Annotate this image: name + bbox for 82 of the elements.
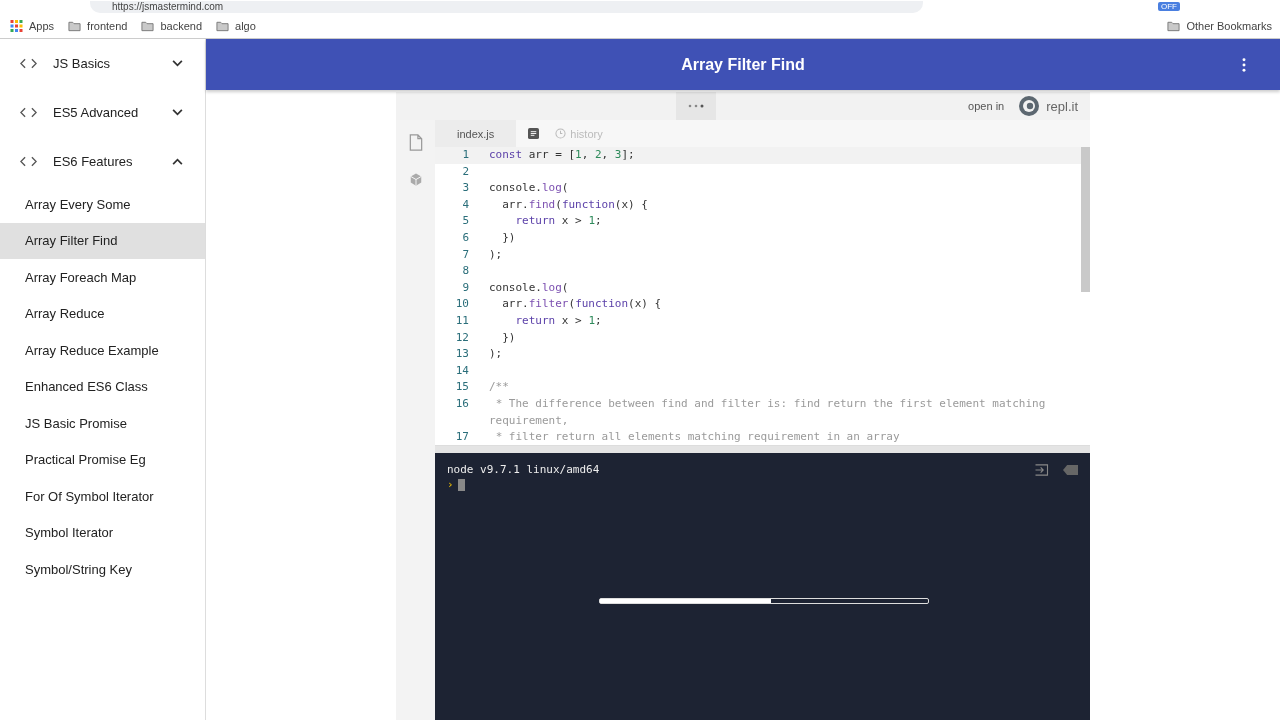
more-menu-icon[interactable] xyxy=(1242,57,1246,72)
line-number: 2 xyxy=(461,163,470,180)
line-number: 12 xyxy=(454,329,470,346)
code-line: * The difference between find and filter is: find return the first element matching requirement, xyxy=(489,395,1047,429)
bookmark[interactable]: frontend xyxy=(68,19,128,32)
folder-icon xyxy=(1167,19,1181,32)
line-number: 15 xyxy=(454,379,470,396)
line-number: 10 xyxy=(454,296,470,313)
bookmark[interactable]: backend xyxy=(141,19,203,32)
apps-icon xyxy=(10,19,23,32)
code-line: const arr = [1, 2, 3]; xyxy=(489,147,635,163)
line-number: 17 xyxy=(454,429,470,445)
open-in-label: open in xyxy=(968,100,1005,112)
code-line: ); xyxy=(489,246,503,263)
line-number: 16 xyxy=(454,395,470,412)
code-line: ); xyxy=(489,346,503,363)
code-line: * filter return all elements matching requirement in an array xyxy=(494,429,900,445)
code-icon xyxy=(20,156,37,167)
splitter-handle[interactable] xyxy=(435,445,1090,453)
line-number: 9 xyxy=(461,279,470,296)
line-number: 14 xyxy=(454,362,470,379)
line-number: 8 xyxy=(461,263,470,280)
chevron-down-icon xyxy=(172,60,183,67)
sidebar-item[interactable]: Array Reduce xyxy=(0,295,205,332)
chevron-down-icon xyxy=(172,109,183,116)
line-number: 1 xyxy=(461,147,470,163)
file-icon[interactable] xyxy=(408,134,423,151)
code-icon xyxy=(20,107,37,118)
line-number: 6 xyxy=(461,229,470,246)
bookmark[interactable]: Apps xyxy=(10,19,55,32)
line-number: 13 xyxy=(454,346,470,363)
page-title: Array Filter Find xyxy=(681,55,805,74)
line-number: 4 xyxy=(461,196,470,213)
brand-name[interactable]: repl.it xyxy=(1046,98,1078,114)
code-line: }) xyxy=(501,229,516,246)
code-line: return x > 1; xyxy=(514,213,602,230)
sidebar-group[interactable]: ES5 Advanced xyxy=(0,88,205,137)
code-line: console.log( xyxy=(489,279,569,296)
backspace-clear-icon[interactable] xyxy=(1063,463,1078,476)
history-icon xyxy=(555,128,567,139)
code-line: }) xyxy=(501,329,516,346)
file-tab[interactable]: index.js xyxy=(435,120,517,147)
bookmark[interactable]: algo xyxy=(216,19,256,32)
code-line: /** xyxy=(489,379,509,396)
line-number: 3 xyxy=(461,180,470,197)
folder-icon xyxy=(216,19,230,32)
line-number: 7 xyxy=(461,246,470,263)
sidebar-group[interactable]: ES6 Features xyxy=(0,137,205,186)
console-version-text: node v9.7.1 linux/amd64 xyxy=(447,463,600,476)
sidebar-item[interactable]: Array Filter Find xyxy=(0,222,205,259)
sidebar-item[interactable]: Array Reduce Example xyxy=(0,332,205,369)
folder-icon xyxy=(68,19,82,32)
sidebar-item[interactable]: Enhanced ES6 Class xyxy=(0,368,205,405)
cube-icon[interactable] xyxy=(408,171,423,188)
code-line: console.log( xyxy=(489,180,569,197)
sidebar-item[interactable]: JS Basic Promise xyxy=(0,405,205,442)
chevron-up-icon xyxy=(172,158,183,165)
bookmark[interactable]: Other Bookmarks xyxy=(1167,19,1272,32)
line-number: 5 xyxy=(461,213,470,230)
spiral-logo-icon[interactable] xyxy=(1018,95,1041,117)
prompt-symbol: › xyxy=(447,478,454,491)
exit-icon[interactable] xyxy=(1034,463,1049,476)
scrollbar[interactable] xyxy=(1081,147,1090,292)
sidebar-item[interactable]: Practical Promise Eg xyxy=(0,441,205,478)
code-icon xyxy=(20,58,37,69)
drag-handle-icon[interactable] xyxy=(676,92,716,120)
code-line: arr.find(function(x) { xyxy=(501,196,648,213)
extension-badge[interactable]: OFF xyxy=(1158,2,1180,11)
address-bar-url[interactable]: https://jsmastermind.com xyxy=(90,0,924,13)
sidebar-item[interactable]: Symbol Iterator xyxy=(0,514,205,551)
sidebar-item[interactable]: For Of Symbol Iterator xyxy=(0,478,205,515)
notes-icon[interactable] xyxy=(528,128,540,139)
text-cursor xyxy=(457,478,465,491)
code-line: arr.filter(function(x) { xyxy=(501,296,662,313)
folder-icon xyxy=(141,19,155,32)
sidebar-item[interactable]: Array Every Some xyxy=(0,186,205,223)
sidebar-group[interactable]: JS Basics xyxy=(0,39,205,88)
sidebar-item[interactable]: Symbol/String Key xyxy=(0,551,205,588)
sidebar-item[interactable]: Array Foreach Map xyxy=(0,259,205,296)
video-seek-bar[interactable] xyxy=(599,598,929,604)
code-line: return x > 1; xyxy=(514,312,602,329)
line-number: 11 xyxy=(454,312,470,329)
